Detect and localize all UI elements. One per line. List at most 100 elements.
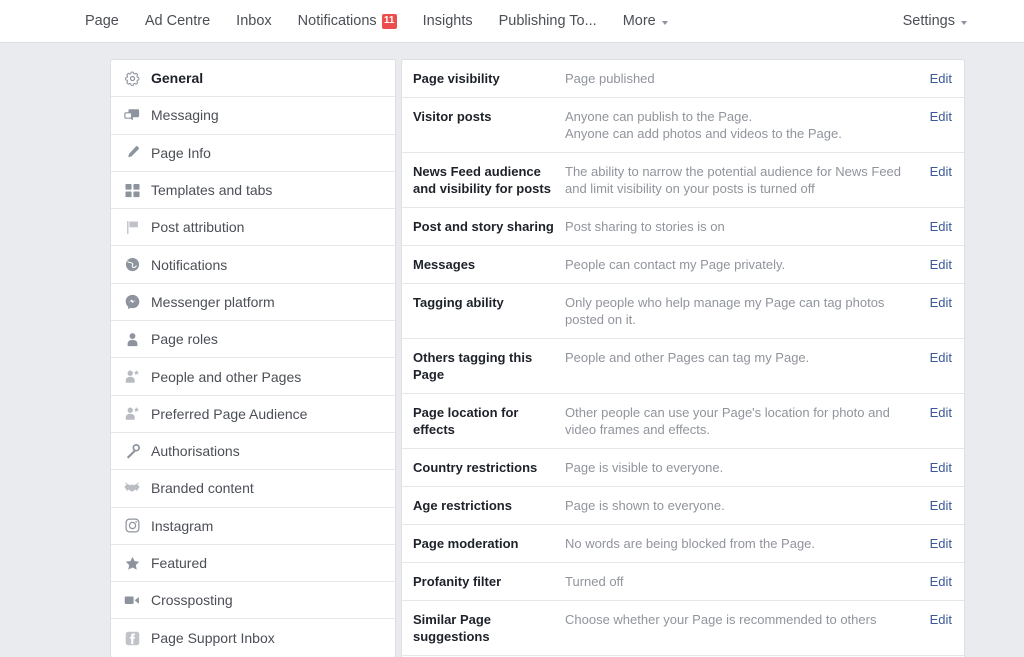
settings-row-title: Similar Page suggestions [413,612,492,644]
nav-item-ad-centre[interactable]: Ad Centre [132,0,223,43]
edit-link[interactable]: Edit [926,535,952,552]
messenger-icon [123,293,141,311]
nav-item-notifications[interactable]: Notifications 11 [285,0,410,43]
settings-row-title: Page visibility [413,71,500,86]
settings-row-description: No words are being blocked from the Page… [565,535,926,552]
edit-link[interactable]: Edit [926,294,952,311]
sidebar-item-label: Authorisations [151,443,240,460]
edit-link[interactable]: Edit [926,573,952,590]
edit-link[interactable]: Edit [926,404,952,421]
settings-row-description: Choose whether your Page is recommended … [565,611,926,628]
settings-row-description-line: People can contact my Page privately. [565,257,786,272]
sidebar-item-preferred-page-audience[interactable]: Preferred Page Audience [111,395,395,433]
settings-row: Page moderation No words are being blocke… [402,525,964,563]
sidebar-item-general[interactable]: General [111,60,395,98]
top-navigation-bar: Page Ad Centre Inbox Notifications 11 Insight… [0,0,1024,43]
nav-item-more[interactable]: More [610,0,681,43]
person-icon [123,330,141,348]
settings-row-title: Others tagging this Page [413,350,533,382]
video-camera-icon [123,591,141,609]
settings-row-description-line: Anyone can publish to the Page. [565,109,753,124]
settings-row-description-line: Choose whether your Page is recommended … [565,612,877,627]
sidebar-item-people-and-other-pages[interactable]: People and other Pages [111,358,395,396]
settings-row-title: Age restrictions [413,498,512,513]
facebook-icon [123,629,141,647]
settings-row-description-line: Page is visible to everyone. [565,460,724,475]
sidebar-item-label: People and other Pages [151,368,302,385]
settings-row-title: Country restrictions [413,460,538,475]
sidebar-item-label: Crossposting [151,592,233,609]
sidebar-item-label: Notifications [151,256,228,273]
edit-link[interactable]: Edit [926,256,952,273]
settings-row-title: Post and story sharing [413,219,554,234]
sidebar-item-notifications[interactable]: Notifications [111,246,395,284]
settings-row: Profanity filter Turned off Edit [402,563,964,601]
general-settings-panel: Page visibility Page published Edit Visitor… [401,59,965,657]
settings-row: Visitor posts Anyone can publish to the P… [402,98,964,153]
page-body: General Messaging Page Info Templates and t… [0,43,1024,657]
settings-row-description: Only people who help manage my Page can … [565,294,926,328]
sidebar-item-label: Messenger platform [151,293,275,310]
settings-row-description: People can contact my Page privately. [565,256,926,273]
nav-item-insights[interactable]: Insights [410,0,486,43]
key-icon [123,442,141,460]
sidebar-item-page-info[interactable]: Page Info [111,134,395,172]
settings-nav-label: Settings [902,12,955,29]
chat-bubbles-icon [123,106,141,124]
nav-item-label: Ad Centre [144,12,211,29]
settings-row-description-line: No words are being blocked from the Page… [565,536,816,551]
sidebar-item-post-attribution[interactable]: Post attribution [111,209,395,247]
edit-link[interactable]: Edit [926,163,952,180]
sidebar-item-label: Branded content [151,480,254,497]
edit-link[interactable]: Edit [926,349,952,366]
sidebar-item-page-support-inbox[interactable]: Page Support Inbox [111,619,395,657]
settings-row: Post and story sharing Post sharing to st… [402,208,964,246]
settings-row-title: Messages [413,257,476,272]
edit-link[interactable]: Edit [926,108,952,125]
nav-item-publishing-to[interactable]: Publishing To... [486,0,610,43]
settings-nav-item[interactable]: Settings [890,0,980,43]
settings-row: Others tagging this Page People and other… [402,339,964,394]
sidebar-item-page-roles[interactable]: Page roles [111,321,395,359]
nav-item-label: Page [85,12,119,29]
sidebar-item-label: Templates and tabs [151,182,273,199]
grid-squares-icon [123,181,141,199]
sidebar-item-crossposting[interactable]: Crossposting [111,582,395,620]
nav-item-label: Publishing To... [498,12,597,29]
sidebar-item-label: Page roles [151,331,218,348]
nav-item-inbox[interactable]: Inbox [223,0,284,43]
sidebar-item-messaging[interactable]: Messaging [111,97,395,135]
settings-row: News Feed audience and visibility for po… [402,153,964,208]
settings-row-description: Other people can use your Page's locatio… [565,404,926,438]
nav-item-label: Notifications [297,12,377,29]
top-nav-items: Page Ad Centre Inbox Notifications 11 Insight… [72,0,681,43]
sidebar-item-label: Preferred Page Audience [151,405,308,422]
edit-link[interactable]: Edit [926,611,952,628]
settings-row-title: Profanity filter [413,574,502,589]
sidebar-item-instagram[interactable]: Instagram [111,507,395,545]
notifications-count-badge: 11 [381,13,397,29]
sidebar-item-messenger-platform[interactable]: Messenger platform [111,283,395,322]
sidebar-item-branded-content[interactable]: Branded content [111,470,395,508]
nav-item-label: Insights [422,12,473,29]
sidebar-item-label: Page Info [151,144,211,161]
edit-link[interactable]: Edit [926,218,952,235]
settings-row-description-line: Only people who help manage my Page can … [565,295,885,327]
edit-link[interactable]: Edit [926,497,952,514]
sidebar-item-featured[interactable]: Featured [111,544,395,583]
sidebar-item-authorisations[interactable]: Authorisations [111,432,395,471]
chevron-down-icon [661,21,668,25]
sidebar-item-templates-and-tabs[interactable]: Templates and tabs [111,171,395,210]
settings-row-description: Page published [565,70,926,87]
nav-item-page[interactable]: Page [72,0,132,43]
settings-row-description-line: The ability to narrow the potential audi… [565,164,902,196]
settings-row-description: Page is visible to everyone. [565,459,926,476]
settings-row-description-line: Page is shown to everyone. [565,498,725,513]
edit-link[interactable]: Edit [926,459,952,476]
settings-row-title: Page moderation [413,536,519,551]
nav-item-label: More [622,12,656,29]
settings-row-description: The ability to narrow the potential audi… [565,163,926,197]
settings-row: Country restrictions Page is visible to e… [402,449,964,487]
edit-link[interactable]: Edit [926,70,952,87]
settings-row: Similar Page suggestions Choose whether y… [402,601,964,656]
